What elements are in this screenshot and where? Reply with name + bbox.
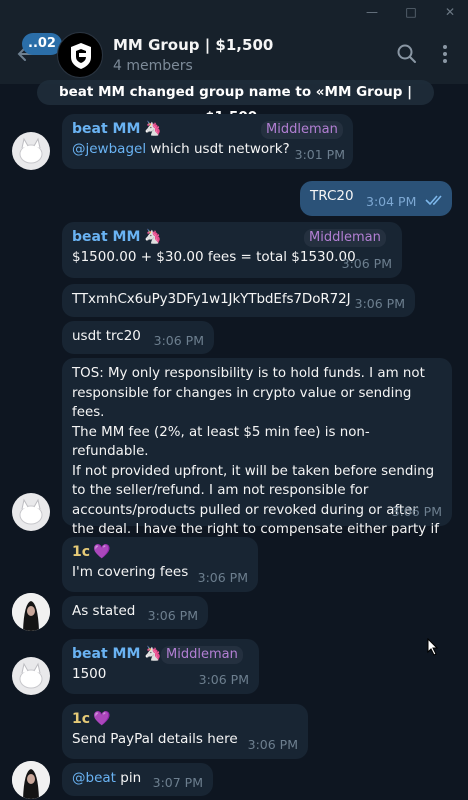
message-text: TTxmhCx6uPy3DFy1w1JkYTbdEfs7DoR72J xyxy=(72,291,351,307)
tos-line: accounts/products pulled or revoked duri… xyxy=(72,502,418,518)
message-bubble[interactable]: @beat pin 3:07 PM xyxy=(62,763,213,796)
message-bubble[interactable]: beat MM 🦄 Middleman @jewbagel which usdt … xyxy=(62,114,353,169)
shield-logo-icon xyxy=(71,43,91,69)
mouse-cursor-icon xyxy=(427,638,439,656)
tos-line: The MM fee (2%, at least $5 min fee) is … xyxy=(72,424,370,460)
message-text: TRC20 xyxy=(310,188,354,204)
portrait-avatar-icon xyxy=(12,761,50,799)
group-avatar[interactable] xyxy=(57,32,103,78)
sender-label: beat MM xyxy=(72,121,141,137)
message-text: As stated xyxy=(72,603,136,619)
tos-line: If not provided upfront, it will be take… xyxy=(72,463,435,479)
message-bubble[interactable]: beat MM 🦄 Middleman 1500 3:06 PM xyxy=(62,639,259,694)
avatar-beat-mm[interactable] xyxy=(12,657,50,695)
message-bubble[interactable]: As stated 3:06 PM xyxy=(62,596,208,629)
message-time: 3:06 PM xyxy=(247,736,298,752)
message-time: 3:06 PM xyxy=(341,255,392,271)
message-bubble[interactable]: 1c 💜 I'm covering fees 3:06 PM xyxy=(62,537,258,592)
role-tag: Middleman xyxy=(161,646,243,664)
message-time: 3:06 PM xyxy=(198,671,249,687)
sender-name[interactable]: 1c 💜 xyxy=(72,543,248,563)
tos-line: to the seller/refund. I am not responsib… xyxy=(72,483,369,498)
message-text: which usdt network? xyxy=(146,140,290,157)
message-bubble[interactable]: beat MM 🦄 Middleman $1500.00 + $30.00 fee… xyxy=(62,222,402,278)
cat-avatar-icon xyxy=(19,662,43,689)
double-check-icon xyxy=(425,195,442,206)
avatar-1c[interactable] xyxy=(12,593,50,631)
message-time: 3:07 PM xyxy=(152,775,203,790)
message-time: 3:06 PM xyxy=(147,608,198,623)
avatar-1c[interactable] xyxy=(12,761,50,799)
message-bubble[interactable]: 1c 💜 Send PayPal details here 3:06 PM xyxy=(62,704,308,759)
unicorn-emoji-icon: 🦄 xyxy=(144,646,162,662)
search-icon[interactable] xyxy=(395,42,419,66)
close-icon[interactable]: ✕ xyxy=(442,4,458,20)
unicorn-emoji-icon: 🦄 xyxy=(144,121,162,137)
message-time: 3:06 PM xyxy=(354,296,405,311)
outgoing-message-bubble[interactable]: TRC20 3:04 PM xyxy=(300,181,452,216)
sender-name[interactable]: 1c 💜 xyxy=(72,710,298,730)
avatar-beat-mm[interactable] xyxy=(12,132,50,170)
message-time: 3:01 PM xyxy=(294,146,345,162)
message-time: 3:04 PM xyxy=(366,194,417,209)
message-text: usdt trc20 xyxy=(72,328,141,344)
maximize-icon[interactable]: □ xyxy=(403,4,419,20)
role-tag: Middleman xyxy=(304,229,386,247)
minimize-icon[interactable]: — xyxy=(364,4,380,20)
message-time: 3:06 PM xyxy=(391,503,442,519)
window-titlebar: — □ ✕ xyxy=(0,0,468,24)
message-bubble[interactable]: usdt trc20 3:06 PM xyxy=(62,321,214,354)
member-count[interactable]: 4 members xyxy=(113,58,193,74)
message-time: 3:06 PM xyxy=(197,569,248,585)
mention-link[interactable]: @beat xyxy=(72,770,116,786)
sender-label: beat MM xyxy=(72,646,141,662)
tos-line: responsible for changes in crypto value … xyxy=(72,385,412,421)
tos-message-bubble[interactable]: TOS: My only responsibility is to hold f… xyxy=(62,358,452,557)
unread-badge[interactable]: ..02 xyxy=(22,33,62,55)
message-bubble[interactable]: TTxmhCx6uPy3DFy1w1JkYTbdEfs7DoR72J 3:06 … xyxy=(62,284,415,317)
chat-header: ..02 MM Group | $1,500 4 members xyxy=(0,24,468,84)
sender-label: 1c xyxy=(72,711,91,727)
avatar-beat-mm[interactable] xyxy=(12,493,50,531)
sender-label: 1c xyxy=(72,544,91,560)
mention-link[interactable]: @jewbagel xyxy=(72,141,146,157)
more-vertical-icon[interactable] xyxy=(433,42,457,66)
cat-avatar-icon xyxy=(19,498,43,525)
cat-avatar-icon xyxy=(19,137,43,164)
portrait-avatar-icon xyxy=(12,593,50,631)
chat-title[interactable]: MM Group | $1,500 xyxy=(113,36,273,54)
tos-line: TOS: My only responsibility is to hold f… xyxy=(72,366,425,381)
system-message: beat MM changed group name to «MM Group … xyxy=(37,80,434,125)
sender-label: beat MM xyxy=(72,229,141,245)
purple-heart-emoji-icon: 💜 xyxy=(93,544,111,560)
unicorn-emoji-icon: 🦄 xyxy=(144,229,162,245)
message-time: 3:06 PM xyxy=(153,333,204,348)
role-tag: Middleman xyxy=(261,121,343,139)
purple-heart-emoji-icon: 💜 xyxy=(93,711,111,727)
message-text: pin xyxy=(115,770,142,786)
